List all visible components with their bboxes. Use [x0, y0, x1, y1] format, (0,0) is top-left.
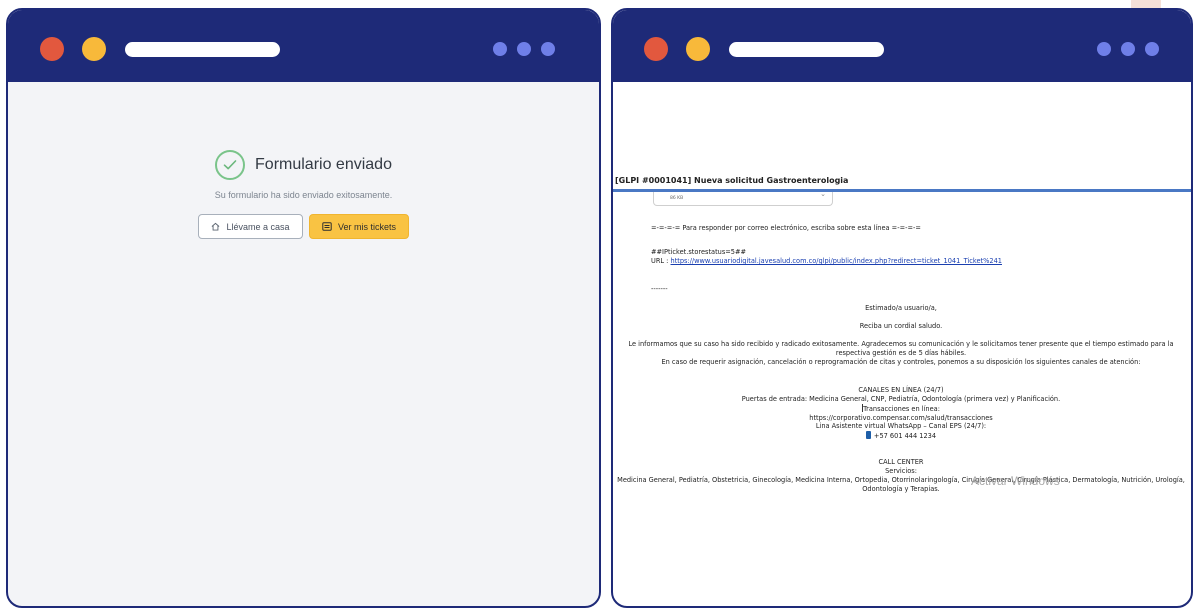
left-browser-window: Formulario enviado Su formulario ha sido…	[6, 8, 601, 608]
ticket-url-line: URL : https://www.usuariodigital.javesal…	[651, 257, 1187, 266]
whatsapp-channel: Lina Asistente virtual WhatsApp – Canal …	[615, 422, 1187, 441]
home-button-label: Llévame a casa	[226, 221, 290, 232]
attachment-card[interactable]: 86 KB ⌄	[653, 190, 833, 206]
ticket-icon	[322, 222, 332, 231]
email-subject: [GLPI #0001041] Nueva solicitud Gastroen…	[615, 176, 849, 185]
menu-dot-icon	[517, 42, 531, 56]
channels-title: CANALES EN LÍNEA (24/7)	[858, 386, 944, 394]
greeting: Estimado/a usuario/a,	[865, 304, 937, 312]
reply-instruction: =-=-=-= Para responder por correo electr…	[651, 224, 921, 232]
info-paragraphs: Le informamos que su caso ha sido recibi…	[615, 340, 1187, 367]
url-label: URL :	[651, 257, 669, 265]
call-center: CALL CENTER Servicios: Medicina General,…	[615, 458, 1187, 494]
online-channels: CANALES EN LÍNEA (24/7) Puertas de entra…	[615, 386, 1187, 423]
menu-dot-icon	[1145, 42, 1159, 56]
view-tickets-button[interactable]: Ver mis tickets	[309, 214, 409, 239]
channels-entry: Puertas de entrada: Medicina General, CN…	[741, 395, 1061, 403]
status-title: Formulario enviado	[255, 156, 392, 173]
status-header: Formulario enviado	[215, 150, 392, 180]
info-paragraph-1: Le informamos que su caso ha sido recibi…	[628, 340, 1174, 357]
transactions-line: Transacciones en línea:	[615, 404, 1187, 414]
tickets-button-label: Ver mis tickets	[337, 221, 396, 232]
status-tag: ##IPticket.storestatus=5##	[651, 248, 747, 256]
whatsapp-number-line: +57 601 444 1234	[615, 431, 1187, 441]
ticket-link[interactable]: https://www.usuariodigital.javesalud.com…	[671, 257, 1002, 265]
salutation: Reciba un cordial saludo.	[859, 322, 943, 330]
action-buttons: Llévame a casa Ver mis tickets	[198, 214, 409, 239]
services-label: Servicios:	[885, 467, 917, 475]
minimize-dot-icon[interactable]	[82, 37, 106, 61]
window-titlebar	[8, 10, 599, 82]
whatsapp-number: +57 601 444 1234	[873, 432, 937, 440]
check-circle-icon	[215, 150, 246, 180]
transactions-label: Transacciones en línea:	[863, 405, 940, 413]
phone-icon	[865, 431, 871, 439]
home-icon	[212, 222, 220, 231]
menu-dot-icon	[1097, 42, 1111, 56]
address-bar[interactable]	[125, 42, 280, 57]
close-dot-icon[interactable]	[40, 37, 64, 61]
menu-dot-icon	[541, 42, 555, 56]
menu-dot-icon	[1121, 42, 1135, 56]
activate-windows-watermark: Activar Windows	[971, 474, 1060, 488]
address-bar[interactable]	[729, 42, 884, 57]
form-submitted-panel: Formulario enviado Su formulario ha sido…	[8, 150, 599, 239]
call-center-title: CALL CENTER	[878, 458, 924, 466]
menu-dot-icon	[493, 42, 507, 56]
close-dot-icon[interactable]	[644, 37, 668, 61]
separator: -------	[651, 285, 668, 293]
services-list: Medicina General, Pediatría, Obstetricia…	[617, 476, 1185, 493]
attachment-size: 86 KB	[670, 196, 684, 201]
info-paragraph-2: En caso de requerir asignación, cancelac…	[661, 358, 1141, 366]
window-titlebar	[613, 10, 1191, 82]
chevron-down-icon[interactable]: ⌄	[820, 190, 826, 198]
whatsapp-label: Lina Asistente virtual WhatsApp – Canal …	[815, 422, 987, 430]
status-message: Su formulario ha sido enviado exitosamen…	[214, 190, 393, 200]
home-button[interactable]: Llévame a casa	[198, 214, 303, 239]
right-browser-window: [GLPI #0001041] Nueva solicitud Gastroen…	[611, 8, 1193, 608]
minimize-dot-icon[interactable]	[686, 37, 710, 61]
email-view: [GLPI #0001041] Nueva solicitud Gastroen…	[613, 82, 1191, 606]
